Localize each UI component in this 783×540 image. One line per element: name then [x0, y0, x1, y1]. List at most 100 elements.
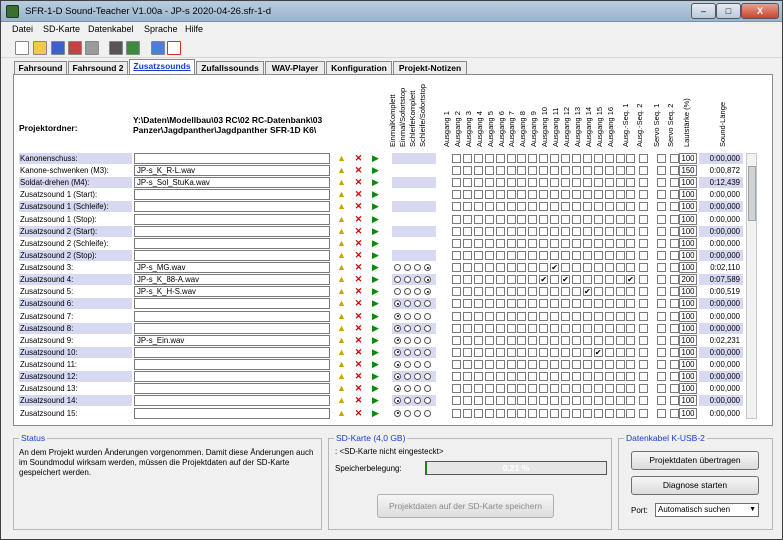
mode-radio[interactable] — [424, 264, 431, 272]
delete-icon[interactable]: ✕ — [352, 298, 365, 309]
volume-field[interactable]: 100 — [679, 153, 697, 164]
seq-checkbox[interactable] — [626, 214, 635, 224]
output-checkbox[interactable] — [539, 335, 549, 345]
output-checkbox[interactable] — [582, 178, 592, 188]
output-checkbox[interactable] — [550, 178, 560, 188]
servo-checkbox[interactable] — [657, 178, 666, 188]
output-checkbox[interactable] — [550, 323, 560, 333]
delete-icon[interactable]: ✕ — [352, 335, 365, 346]
output-checkbox[interactable] — [571, 154, 581, 163]
volume-field[interactable]: 200 — [679, 274, 697, 286]
output-checkbox[interactable] — [528, 178, 538, 188]
servo-checkbox[interactable] — [670, 287, 679, 297]
output-checkbox[interactable] — [604, 396, 614, 406]
output-checkbox[interactable] — [550, 384, 560, 394]
output-checkbox[interactable] — [550, 190, 560, 200]
output-checkbox[interactable] — [495, 190, 505, 200]
tab-projekt-notizen[interactable]: Projekt-Notizen — [393, 61, 467, 74]
output-checkbox[interactable] — [462, 166, 472, 176]
play-icon[interactable]: ▶ — [369, 250, 382, 261]
output-checkbox[interactable] — [561, 214, 570, 224]
output-checkbox[interactable] — [593, 287, 603, 297]
output-checkbox[interactable] — [615, 347, 625, 357]
new-icon[interactable] — [15, 41, 29, 55]
output-checkbox[interactable] — [506, 275, 516, 285]
output-checkbox[interactable] — [473, 190, 483, 200]
output-checkbox[interactable] — [517, 299, 527, 309]
output-checkbox[interactable] — [615, 190, 625, 200]
delete-icon[interactable]: ✕ — [352, 286, 365, 297]
output-checkbox[interactable] — [452, 263, 461, 273]
output-checkbox[interactable]: ✔ — [582, 287, 592, 297]
mode-radio[interactable] — [394, 397, 401, 405]
output-checkbox[interactable] — [571, 396, 581, 406]
output-checkbox[interactable] — [462, 275, 472, 285]
mode-radio[interactable] — [394, 409, 401, 417]
mode-radio[interactable] — [394, 373, 401, 381]
wav-file-field[interactable] — [134, 237, 330, 249]
output-checkbox[interactable] — [506, 166, 516, 176]
servo-checkbox[interactable] — [657, 396, 666, 406]
output-checkbox[interactable] — [517, 372, 527, 382]
mode-radio[interactable] — [424, 324, 431, 332]
tab-zusatzsounds[interactable]: Zusatzsounds — [129, 59, 195, 74]
output-checkbox[interactable] — [473, 323, 483, 333]
output-checkbox[interactable] — [615, 408, 625, 418]
output-checkbox[interactable] — [561, 347, 570, 357]
output-checkbox[interactable] — [561, 335, 570, 345]
wav-file-field[interactable] — [134, 407, 330, 419]
output-checkbox[interactable] — [495, 360, 505, 370]
output-checkbox[interactable] — [528, 323, 538, 333]
seq-checkbox[interactable] — [639, 360, 648, 370]
seq-checkbox[interactable] — [626, 287, 635, 297]
output-checkbox[interactable] — [484, 275, 494, 285]
mode-radio[interactable] — [404, 373, 411, 381]
output-checkbox[interactable] — [484, 166, 494, 176]
output-checkbox[interactable] — [462, 214, 472, 224]
output-checkbox[interactable] — [550, 275, 560, 285]
output-checkbox[interactable] — [582, 263, 592, 273]
output-checkbox[interactable] — [462, 311, 472, 321]
output-checkbox[interactable] — [506, 360, 516, 370]
output-checkbox[interactable] — [615, 275, 625, 285]
scrollbar-thumb[interactable] — [748, 166, 756, 221]
output-checkbox[interactable] — [473, 166, 483, 176]
output-checkbox[interactable] — [528, 275, 538, 285]
output-checkbox[interactable] — [582, 299, 592, 309]
output-checkbox[interactable] — [452, 299, 461, 309]
output-checkbox[interactable] — [473, 250, 483, 260]
mode-radio[interactable] — [414, 324, 421, 332]
output-checkbox[interactable] — [452, 190, 461, 200]
volume-field[interactable]: 100 — [679, 322, 697, 334]
servo-checkbox[interactable] — [657, 299, 666, 309]
mode-radio[interactable] — [394, 312, 401, 320]
output-checkbox[interactable] — [615, 396, 625, 406]
wav-file-field[interactable] — [134, 310, 330, 322]
output-checkbox[interactable] — [462, 226, 472, 236]
output-checkbox[interactable] — [528, 384, 538, 394]
settings-icon[interactable] — [109, 41, 123, 55]
output-checkbox[interactable] — [452, 226, 461, 236]
output-checkbox[interactable] — [604, 190, 614, 200]
output-checkbox[interactable] — [615, 238, 625, 248]
output-checkbox[interactable] — [484, 238, 494, 248]
output-checkbox[interactable] — [484, 226, 494, 236]
output-checkbox[interactable] — [582, 384, 592, 394]
mode-radio[interactable] — [394, 385, 401, 393]
output-checkbox[interactable] — [484, 335, 494, 345]
output-checkbox[interactable] — [593, 166, 603, 176]
mode-radio[interactable] — [414, 312, 421, 320]
output-checkbox[interactable] — [517, 214, 527, 224]
play-icon[interactable]: ▶ — [369, 359, 382, 370]
output-checkbox[interactable] — [604, 214, 614, 224]
seq-checkbox[interactable] — [626, 311, 635, 321]
seq-checkbox[interactable] — [626, 250, 635, 260]
output-checkbox[interactable] — [539, 214, 549, 224]
open-folder-icon[interactable]: ▲ — [335, 214, 348, 225]
output-checkbox[interactable] — [550, 335, 560, 345]
volume-field[interactable]: 100 — [679, 213, 697, 225]
output-checkbox[interactable] — [550, 202, 560, 212]
output-checkbox[interactable] — [506, 372, 516, 382]
seq-checkbox[interactable] — [626, 190, 635, 200]
volume-field[interactable]: 100 — [679, 177, 697, 189]
